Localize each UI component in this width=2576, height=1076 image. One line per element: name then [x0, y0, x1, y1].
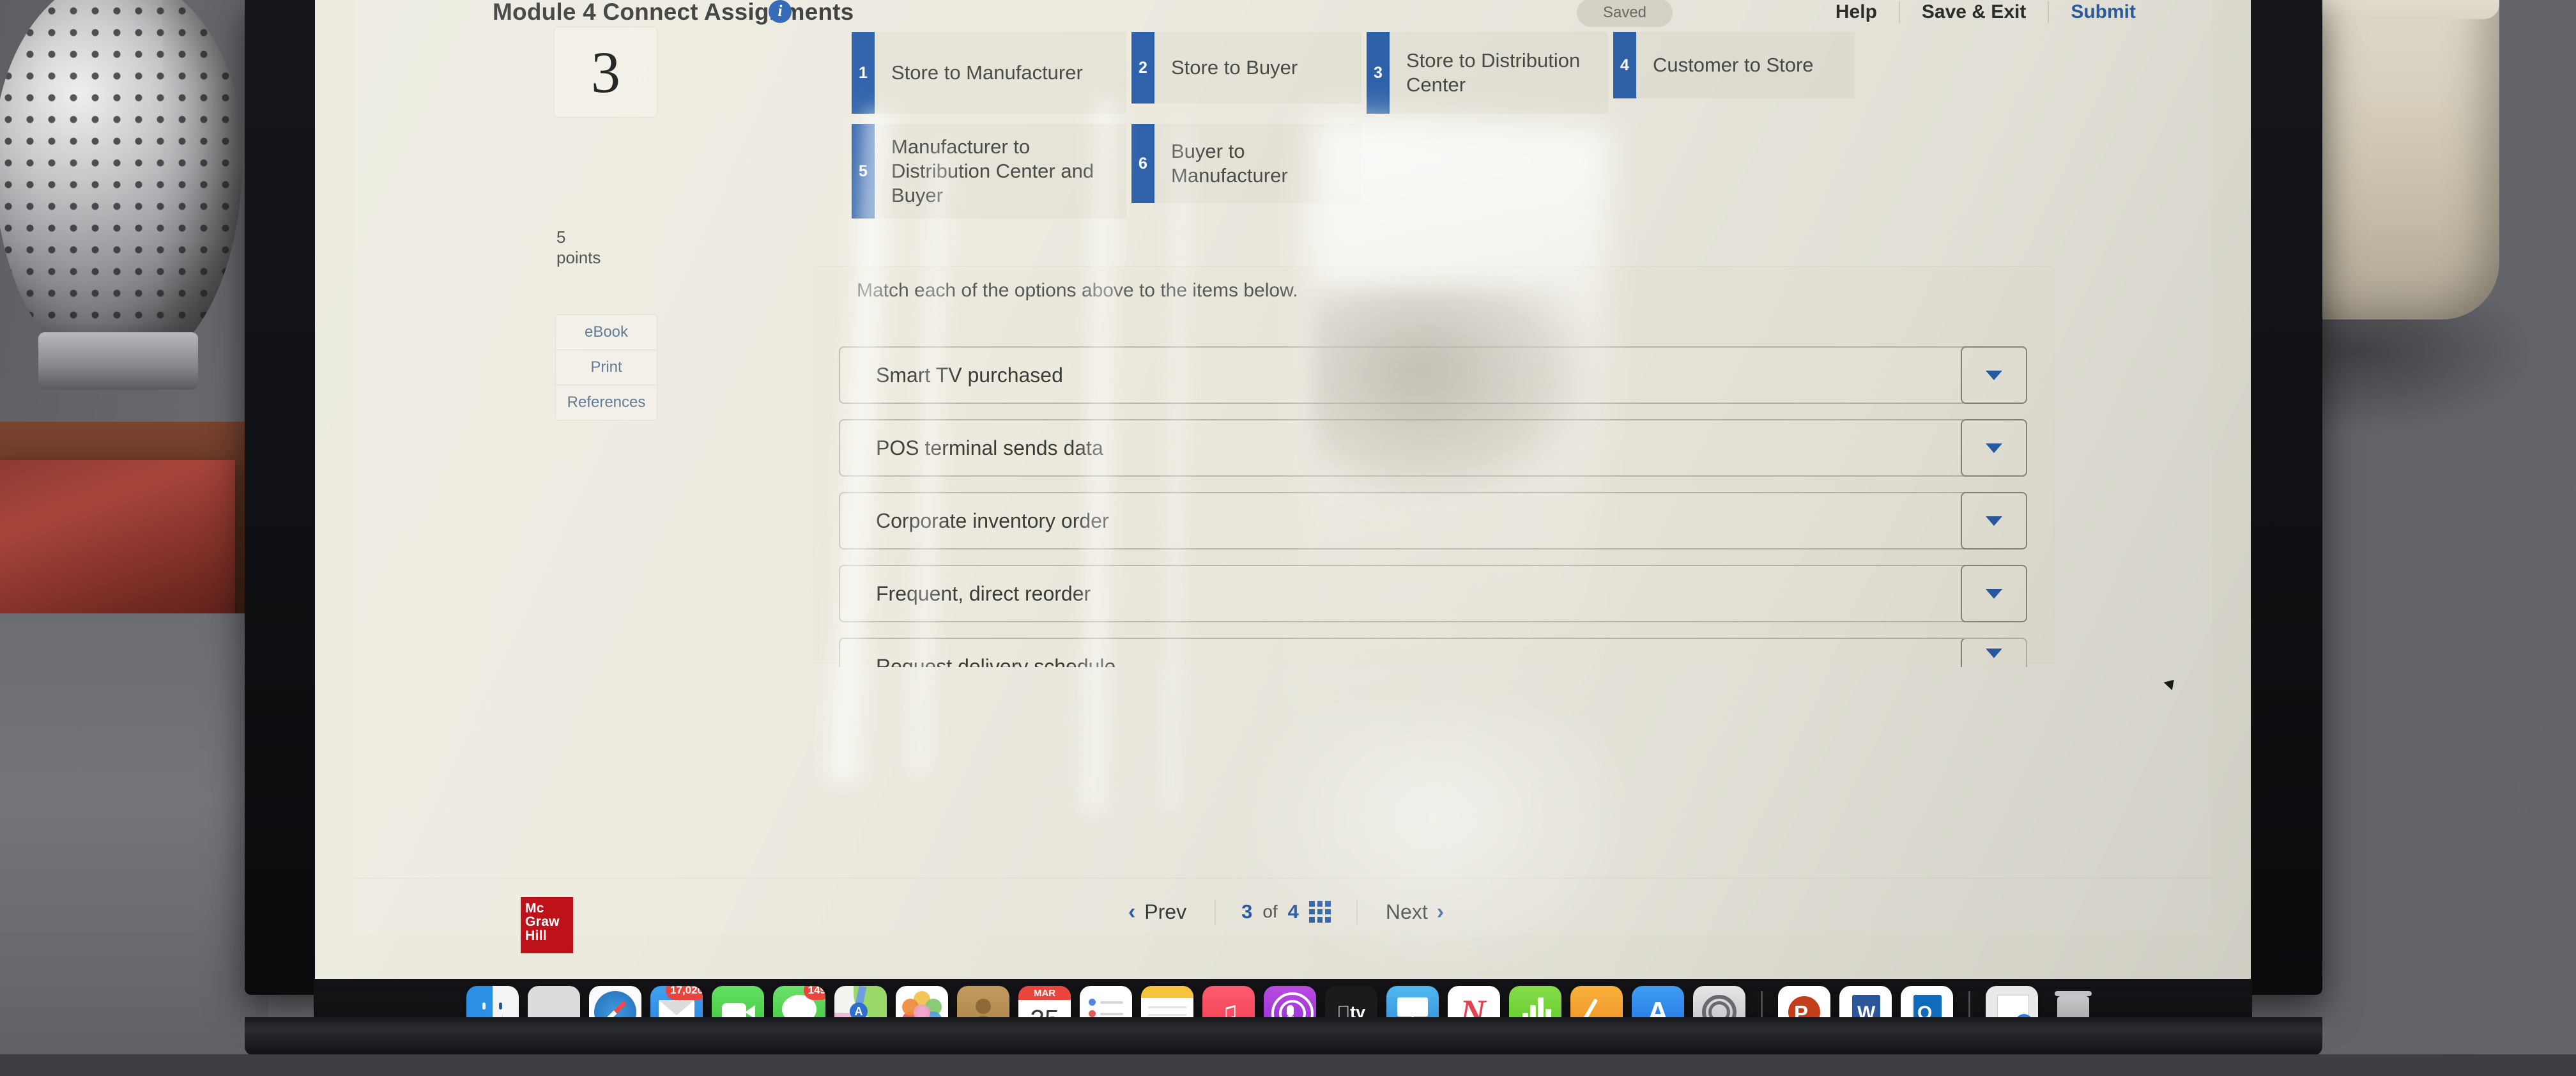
match-row-1[interactable]: Smart TV purchased [839, 346, 2027, 404]
notes-header-strip [1141, 986, 1193, 998]
logo-line-1: Mc [525, 901, 544, 916]
podcast-mic [1287, 1005, 1294, 1017]
chevron-right-icon: › [1436, 899, 1445, 924]
option-label-5: Manufacturer to Distribution Center and … [891, 135, 1094, 206]
carpet [0, 613, 268, 1076]
messages-unread-badge: 149 [803, 986, 825, 1000]
match-options-group: 1 Store to Manufacturer 2 Store to Buyer… [852, 32, 2129, 229]
points-label: points [556, 248, 601, 267]
mail-unread-badge: 17,020 [666, 986, 703, 1000]
envelope-flap [659, 1000, 694, 1015]
logo-line-2: Graw [525, 914, 560, 930]
option-label-6: Buyer to Manufacturer [1171, 140, 1288, 187]
option-number-3: 3 [1367, 32, 1390, 114]
next-label: Next [1385, 900, 1428, 923]
chevron-down-icon [1986, 648, 2002, 658]
option-label-3: Store to Distribution Center [1406, 49, 1581, 96]
page-of-label: of [1262, 902, 1278, 921]
option-tile-4[interactable]: 4 Customer to Store [1613, 32, 1855, 98]
option-tile-5[interactable]: 5 Manufacturer to Distribution Center an… [852, 124, 1126, 219]
connect-page-inner: Module 4 Connect Assignments i Saved Hel… [353, 0, 2212, 953]
submit-link[interactable]: Submit [2049, 1, 2158, 23]
match-row-5[interactable]: Request delivery schedule [839, 638, 2027, 667]
match-dropdown-3[interactable] [1961, 492, 2027, 550]
option-label-2: Store to Buyer [1171, 56, 1298, 79]
keynote-screen [1397, 997, 1428, 1017]
next-button[interactable]: Next › [1356, 899, 1472, 925]
match-item-label-2: POS terminal sends data [876, 436, 1103, 459]
match-dropdown-1[interactable] [1961, 346, 2027, 404]
logo-line-3: Hill [525, 928, 547, 943]
option-number-4: 4 [1613, 32, 1636, 98]
match-options-row-1: 1 Store to Manufacturer 2 Store to Buyer… [852, 32, 2129, 114]
references-button[interactable]: References [556, 385, 657, 420]
page-title: Module 4 Connect Assignments [493, 0, 854, 25]
question-number-card: 3 [554, 27, 657, 118]
question-pager: ‹ Prev 3 of 4 Next › [1005, 889, 1567, 934]
prev-label: Prev [1144, 900, 1187, 923]
option-number-6: 6 [1131, 124, 1154, 203]
match-row-2[interactable]: POS terminal sends data [839, 419, 2027, 477]
laptop-bottom-edge [245, 1017, 2322, 1056]
chevron-down-icon [1986, 370, 2002, 380]
option-tile-2[interactable]: 2 Store to Buyer [1131, 32, 1361, 104]
question-instruction: Match each of the options above to the i… [857, 280, 1298, 301]
match-dropdown-5[interactable] [1961, 639, 2026, 667]
laptop-screen: Module 4 Connect Assignments i Saved Hel… [315, 0, 2251, 979]
connect-page: Module 4 Connect Assignments i Saved Hel… [315, 0, 2251, 979]
metal-lantern-decor [0, 0, 243, 371]
mcgraw-hill-logo: Mc Graw Hill [521, 897, 573, 953]
info-icon[interactable]: i [769, 0, 792, 23]
match-dropdown-2[interactable] [1961, 419, 2027, 477]
trash-lid [2055, 991, 2092, 996]
chevron-down-icon [1986, 516, 2002, 526]
red-book [0, 460, 235, 620]
desk-foreground [0, 1054, 2576, 1076]
match-dropdown-4[interactable] [1961, 565, 2027, 622]
assignment-top-nav: Help Save & Exit Submit [1814, 1, 2158, 23]
match-item-label-3: Corporate inventory order [876, 509, 1109, 532]
match-options-row-2: 5 Manufacturer to Distribution Center an… [852, 124, 2129, 219]
page-indicator: 3 of 4 [1216, 900, 1356, 923]
option-number-2: 2 [1131, 32, 1154, 104]
calendar-month: MAR [1018, 986, 1071, 1000]
option-tile-3[interactable]: 3 Store to Distribution Center [1367, 32, 1608, 114]
save-and-exit-link[interactable]: Save & Exit [1898, 1, 2050, 23]
option-tile-1[interactable]: 1 Store to Manufacturer [852, 32, 1126, 114]
page-current: 3 [1241, 900, 1253, 923]
match-items-list: Smart TV purchased POS terminal sends da… [839, 346, 2027, 682]
option-label-1: Store to Manufacturer [891, 61, 1083, 84]
match-row-3[interactable]: Corporate inventory order [839, 492, 2027, 550]
match-row-4[interactable]: Frequent, direct reorder [839, 565, 2027, 622]
option-number-1: 1 [852, 32, 875, 114]
grid-icon[interactable] [1308, 901, 1331, 923]
match-item-label-1: Smart TV purchased [876, 363, 1063, 387]
save-status-badge: Saved [1577, 0, 1673, 27]
chevron-down-icon [1986, 588, 2002, 599]
match-item-label-5: Request delivery schedule [876, 654, 1116, 668]
page-total: 4 [1287, 900, 1299, 923]
contact-avatar-head [976, 999, 991, 1014]
option-label-4: Customer to Store [1653, 54, 1814, 77]
prev-button[interactable]: ‹ Prev [1100, 899, 1216, 925]
photo-scene: Module 4 Connect Assignments i Saved Hel… [0, 0, 2576, 1076]
ebook-button[interactable]: eBook [556, 315, 657, 350]
laptop: Module 4 Connect Assignments i Saved Hel… [245, 0, 2322, 1056]
lantern-base [38, 332, 198, 390]
resource-button-group: eBook Print References [555, 314, 657, 420]
chevron-down-icon [1986, 443, 2002, 453]
option-number-5: 5 [852, 124, 875, 219]
print-button[interactable]: Print [556, 350, 657, 385]
points-value: 5 [556, 227, 566, 247]
match-item-label-4: Frequent, direct reorder [876, 581, 1091, 605]
chevron-left-icon: ‹ [1128, 899, 1136, 924]
option-tile-6[interactable]: 6 Buyer to Manufacturer [1131, 124, 1361, 203]
help-link[interactable]: Help [1814, 1, 1899, 23]
